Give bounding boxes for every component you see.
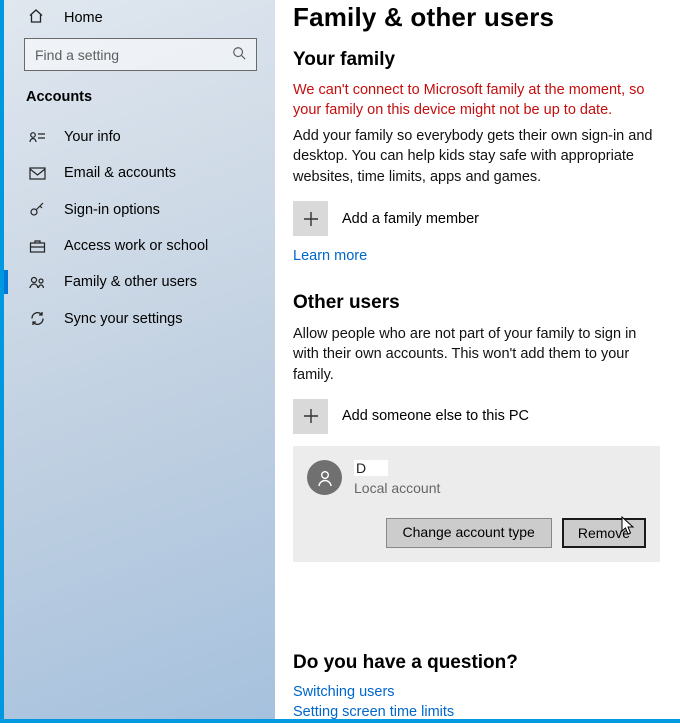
- briefcase-icon: [28, 239, 46, 254]
- sidebar-item-signin-options[interactable]: Sign-in options: [4, 191, 275, 228]
- add-other-label: Add someone else to this PC: [342, 408, 529, 424]
- avatar: [307, 460, 342, 495]
- add-family-label: Add a family member: [342, 211, 479, 227]
- sync-icon: [28, 310, 46, 327]
- sidebar-item-work-school[interactable]: Access work or school: [4, 228, 275, 264]
- person-card-icon: [28, 130, 46, 144]
- user-name: D: [354, 460, 388, 476]
- search-placeholder: Find a setting: [35, 47, 119, 63]
- sidebar-item-label: Family & other users: [64, 274, 197, 290]
- plus-icon: [293, 399, 328, 434]
- family-error: We can't connect to Microsoft family at …: [293, 81, 660, 120]
- sidebar: Home Find a setting Accounts Your info: [0, 0, 275, 719]
- sidebar-item-label: Sign-in options: [64, 202, 160, 218]
- add-family-member-button[interactable]: Add a family member: [293, 201, 660, 236]
- search-icon: [232, 46, 246, 63]
- main-panel: Family & other users Your family We can'…: [275, 0, 680, 719]
- other-users-blurb: Allow people who are not part of your fa…: [293, 324, 660, 385]
- sidebar-item-label: Access work or school: [64, 238, 208, 254]
- add-other-user-button[interactable]: Add someone else to this PC: [293, 399, 660, 434]
- plus-icon: [293, 201, 328, 236]
- home-icon: [28, 8, 46, 28]
- sidebar-item-label: Your info: [64, 129, 121, 145]
- sidebar-item-family-other-users[interactable]: Family & other users: [4, 264, 275, 300]
- learn-more-link[interactable]: Learn more: [293, 248, 660, 264]
- family-blurb: Add your family so everybody gets their …: [293, 126, 660, 187]
- sidebar-item-sync-settings[interactable]: Sync your settings: [4, 300, 275, 337]
- user-type: Local account: [354, 480, 440, 496]
- people-icon: [28, 275, 46, 290]
- user-card[interactable]: D Local account Change account type Remo…: [293, 446, 660, 562]
- remove-button[interactable]: Remove: [562, 518, 646, 548]
- help-link-screen-time[interactable]: Setting screen time limits: [293, 704, 660, 719]
- question-heading: Do you have a question?: [293, 652, 660, 674]
- page-title: Family & other users: [293, 2, 660, 33]
- change-account-type-button[interactable]: Change account type: [386, 518, 552, 548]
- sidebar-item-label: Sync your settings: [64, 311, 182, 327]
- search-input[interactable]: Find a setting: [24, 38, 257, 71]
- mail-icon: [28, 167, 46, 180]
- home-button[interactable]: Home: [4, 2, 275, 38]
- key-icon: [28, 201, 46, 218]
- other-users-heading: Other users: [293, 292, 660, 314]
- home-label: Home: [64, 10, 103, 26]
- family-heading: Your family: [293, 49, 660, 71]
- sidebar-item-label: Email & accounts: [64, 165, 176, 181]
- help-link-switching-users[interactable]: Switching users: [293, 684, 660, 700]
- sidebar-item-email-accounts[interactable]: Email & accounts: [4, 155, 275, 191]
- sidebar-item-your-info[interactable]: Your info: [4, 119, 275, 155]
- category-heading: Accounts: [4, 85, 275, 119]
